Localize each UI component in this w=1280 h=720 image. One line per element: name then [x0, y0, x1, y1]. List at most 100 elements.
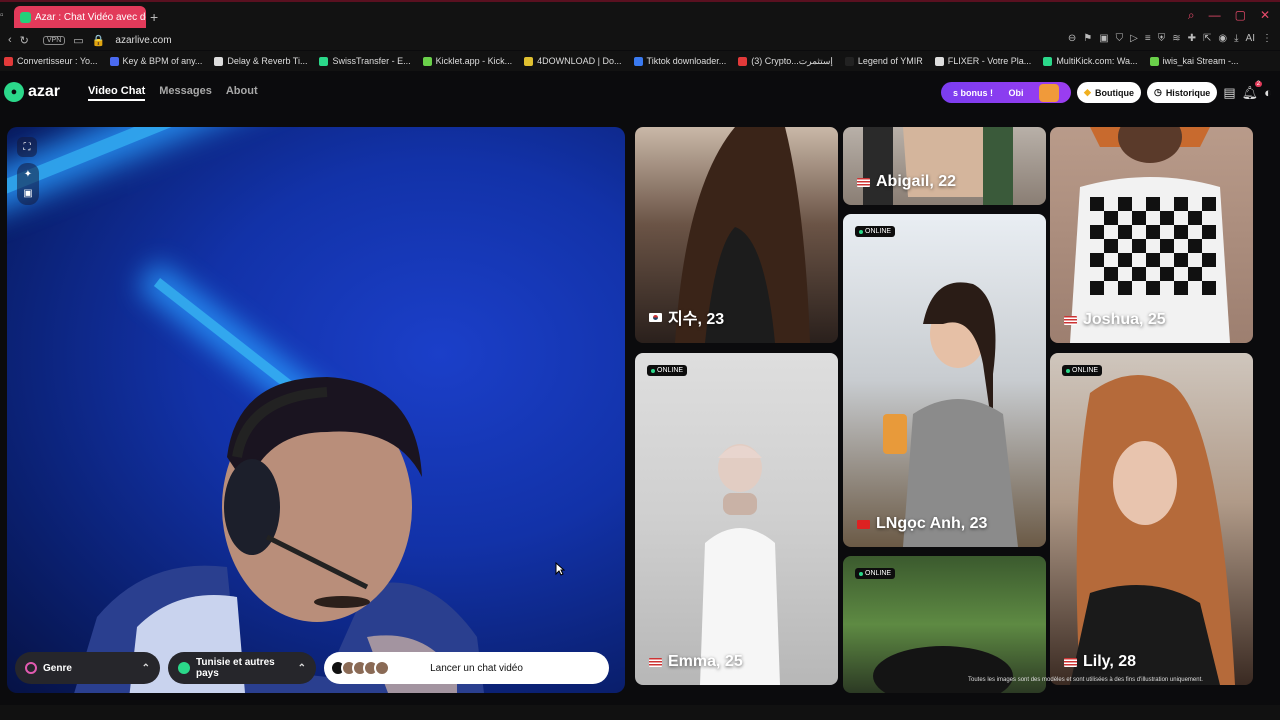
- vpn-badge[interactable]: VPN: [42, 35, 66, 45]
- fullscreen-icon[interactable]: ⛶: [17, 137, 37, 157]
- historique-button[interactable]: ◷ Historique: [1146, 82, 1218, 103]
- main-nav: Video Chat Messages About: [88, 85, 258, 101]
- bookmark-item[interactable]: Tiktok downloader...: [633, 56, 727, 66]
- tab-list-icon[interactable]: ▫: [0, 10, 4, 21]
- nav-messages[interactable]: Messages: [159, 85, 212, 101]
- profile-name: Emma, 25: [649, 653, 743, 671]
- url-field[interactable]: azarlive.com: [115, 35, 171, 46]
- video-toolbar: ⛶ ✦ ▣: [17, 137, 39, 205]
- launch-chat-label: Lancer un chat vidéo: [430, 662, 523, 674]
- back-icon[interactable]: ‹: [8, 34, 12, 46]
- profile-gallery: 지수, 23 ONLINE Emma, 25 Abigail, 22 ONLIN…: [635, 127, 1253, 693]
- azar-logo[interactable]: ● azar: [4, 82, 60, 102]
- online-badge: ONLINE: [855, 568, 896, 579]
- tab-title: Azar : Chat Vidéo avec de: [35, 11, 146, 23]
- bookmark-item[interactable]: FLIXER - Votre Pla...: [934, 56, 1031, 66]
- profile-card[interactable]: ONLINE Emma, 25: [635, 353, 838, 685]
- bookmark-item[interactable]: (3) Crypto...إستثمرت: [738, 56, 833, 67]
- profile-photo: [863, 127, 1013, 205]
- lock-icon: 🔒: [91, 34, 106, 47]
- boutique-button[interactable]: ◆ Boutique: [1077, 82, 1141, 103]
- bookmark-item[interactable]: iwis_kai Stream -...: [1149, 56, 1239, 66]
- profile-name: LNgọc Anh, 23: [857, 515, 987, 533]
- online-dot-icon: [1066, 368, 1070, 373]
- nav-about[interactable]: About: [226, 85, 258, 101]
- bookmark-label: MultiKick.com: Wa...: [1056, 56, 1138, 66]
- bonus-label: s bonus !: [953, 87, 994, 98]
- user-avatar-icon[interactable]: ◐: [1264, 85, 1272, 100]
- bell-icon[interactable]: 🔔︎ 2: [1242, 80, 1263, 101]
- bookmark-item[interactable]: Convertisseur : Yo...: [4, 56, 98, 66]
- window-controls: ⌕ — ▢ ✕: [1188, 8, 1270, 23]
- screenshot-icon[interactable]: ▣: [1099, 33, 1108, 44]
- self-video-preview: ⛶ ✦ ▣: [7, 127, 625, 693]
- bookmark-favicon-icon: [738, 56, 748, 66]
- profile-card[interactable]: ONLINE LNgọc Anh, 23: [843, 214, 1046, 547]
- profile-card[interactable]: ONLINE Lily, 28: [1050, 353, 1253, 685]
- gender-icon: [25, 662, 37, 674]
- bookmark-icon[interactable]: ⚑: [1083, 33, 1092, 44]
- profile-card[interactable]: 지수, 23: [635, 127, 838, 343]
- menu-icon[interactable]: ⋮: [1262, 33, 1272, 44]
- playlist-icon[interactable]: ≡: [1145, 33, 1151, 44]
- launch-chat-button[interactable]: Lancer un chat vidéo: [324, 652, 609, 684]
- neon-light-strip: [7, 127, 380, 201]
- inbox-icon[interactable]: ▤: [1223, 85, 1235, 101]
- clock-icon: ◷: [1153, 87, 1162, 97]
- maximize-icon[interactable]: ▢: [1235, 8, 1246, 23]
- bonus-banner[interactable]: s bonus ! Obi: [941, 82, 1072, 103]
- chevron-up-icon: ⌃: [297, 662, 306, 674]
- minimize-icon[interactable]: —: [1209, 8, 1221, 23]
- profile-card[interactable]: Joshua, 25: [1050, 127, 1253, 343]
- profile-icon[interactable]: ◉: [1218, 33, 1227, 44]
- bookmark-item[interactable]: Key & BPM of any...: [109, 56, 202, 66]
- bookmark-item[interactable]: MultiKick.com: Wa...: [1043, 56, 1138, 66]
- search-icon[interactable]: ⌕: [1188, 8, 1195, 23]
- bookmark-favicon-icon: [934, 56, 944, 66]
- new-tab-icon[interactable]: +: [150, 9, 158, 25]
- bookmark-favicon-icon: [109, 56, 119, 66]
- magic-wand-icon[interactable]: ✦: [24, 169, 32, 180]
- boutique-label: Boutique: [1094, 87, 1134, 98]
- bookmark-label: Delay & Reverb Ti...: [227, 56, 308, 66]
- zoom-icon[interactable]: ⊖: [1068, 33, 1076, 44]
- ai-button[interactable]: AI: [1246, 33, 1255, 44]
- bookmark-favicon-icon: [422, 56, 432, 66]
- flag-us-icon: [857, 177, 870, 187]
- browser-tab-active[interactable]: Azar : Chat Vidéo avec de: [14, 6, 146, 28]
- filter-icon[interactable]: ▣: [23, 188, 32, 199]
- close-icon[interactable]: ✕: [1260, 8, 1270, 23]
- reload-icon[interactable]: ↻: [20, 34, 29, 47]
- profile-name: Lily, 28: [1064, 653, 1136, 671]
- country-selector[interactable]: Tunisie et autres pays ⌃: [168, 652, 316, 684]
- shield-icon[interactable]: ⛉: [1116, 33, 1124, 44]
- profile-card[interactable]: Abigail, 22: [843, 127, 1046, 205]
- online-dot-icon: [651, 368, 655, 373]
- bookmark-item[interactable]: 4DOWNLOAD | Do...: [524, 56, 622, 66]
- adblock-icon[interactable]: ⛨: [1158, 33, 1166, 44]
- address-bar: ‹ ↻ VPN ▭ 🔒 azarlive.com ⊖ ⚑ ▣ ⛉ ▷ ≡ ⛨ ≋…: [0, 30, 1280, 50]
- share-icon[interactable]: ⇱: [1203, 33, 1211, 44]
- bonus-user: Obi: [1008, 87, 1024, 98]
- bookmark-label: Tiktok downloader...: [646, 56, 727, 66]
- extensions-icon[interactable]: ✚: [1188, 33, 1196, 44]
- wifi-icon[interactable]: ≋: [1172, 33, 1180, 44]
- download-icon[interactable]: ⤓: [1234, 33, 1238, 44]
- play-icon[interactable]: ▷: [1130, 33, 1138, 44]
- bookmark-item[interactable]: Delay & Reverb Ti...: [214, 56, 307, 66]
- online-badge: ONLINE: [1062, 365, 1103, 376]
- gift-icon: [1039, 83, 1060, 102]
- bookmark-item[interactable]: SwissTransfer - E...: [319, 56, 411, 66]
- chevron-up-icon: ⌃: [141, 662, 150, 674]
- globe-icon: [178, 662, 190, 674]
- genre-selector[interactable]: Genre ⌃: [15, 652, 160, 684]
- bookmark-item[interactable]: Kicklet.app - Kick...: [422, 56, 512, 66]
- app-header: ● azar Video Chat Messages About s bonus…: [0, 72, 1280, 112]
- country-label: Tunisie et autres pays: [196, 657, 275, 679]
- mouse-cursor-icon: [555, 562, 565, 576]
- profile-card[interactable]: ONLINE: [843, 556, 1046, 693]
- nav-video-chat[interactable]: Video Chat: [88, 85, 146, 101]
- bookmarks-bar: Convertisseur : Yo... Key & BPM of any...…: [0, 51, 1280, 71]
- camera-icon[interactable]: ▭: [73, 34, 83, 47]
- bookmark-item[interactable]: Legend of YMIR: [844, 56, 923, 66]
